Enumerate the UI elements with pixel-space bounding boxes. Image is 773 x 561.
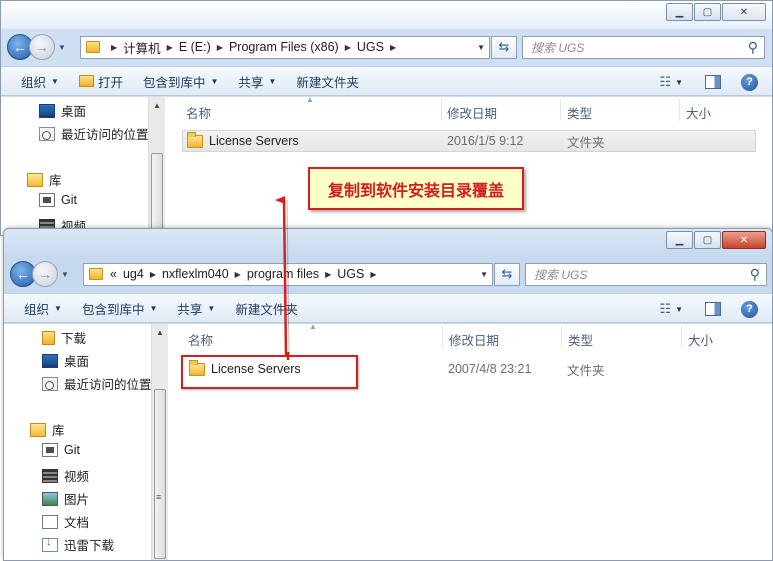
- callout-text: 复制到软件安装目录覆盖: [327, 180, 504, 200]
- callout-box: 复制到软件安装目录覆盖: [308, 167, 524, 210]
- highlight-box: [181, 355, 358, 389]
- annotation-arrow: [275, 195, 290, 360]
